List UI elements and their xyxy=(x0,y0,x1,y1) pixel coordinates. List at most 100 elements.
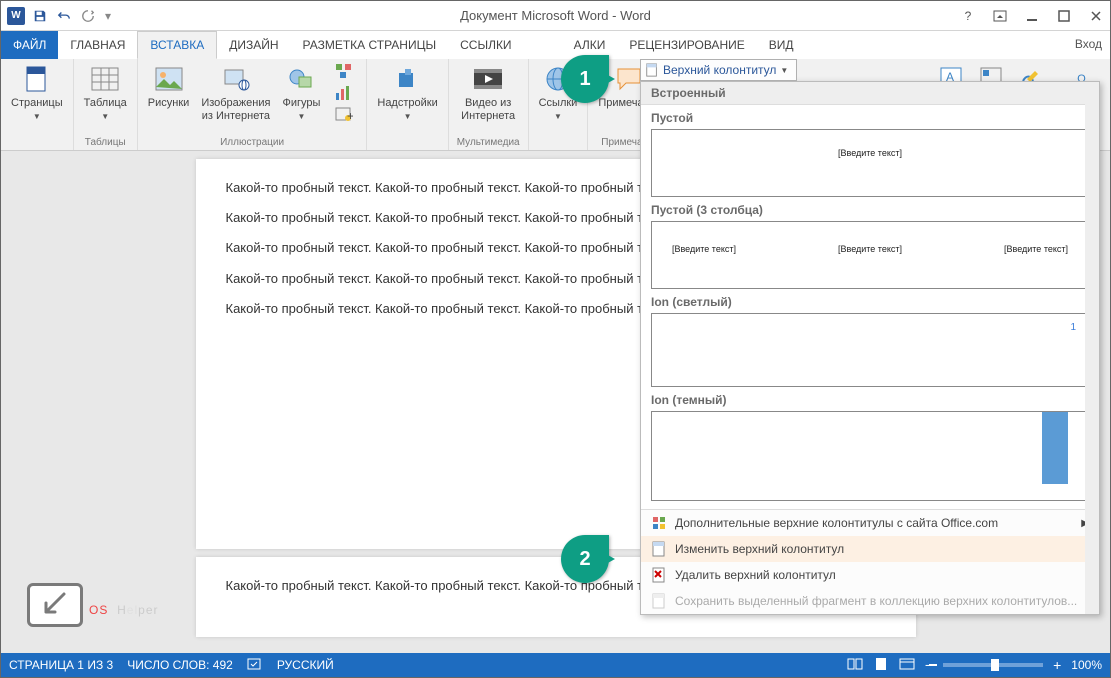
tab-review[interactable]: РЕЦЕНЗИРОВАНИЕ xyxy=(617,31,756,59)
placeholder-text: [Введите текст] xyxy=(838,244,902,254)
delete-label: Удалить верхний колонтитул xyxy=(675,568,836,582)
group-tables-name: Таблицы xyxy=(85,135,126,150)
ion-dark-marker xyxy=(1042,412,1068,484)
pages-label: Страницы xyxy=(11,97,63,110)
online-pictures-label: Изображения из Интернета xyxy=(201,97,270,123)
close-icon[interactable] xyxy=(1084,6,1108,26)
more-from-office[interactable]: Дополнительные верхние колонтитулы с сай… xyxy=(641,510,1099,536)
tab-file[interactable]: ФАЙЛ xyxy=(1,31,58,59)
table-button[interactable]: Таблица▼ xyxy=(82,61,129,123)
tab-layout[interactable]: РАЗМЕТКА СТРАНИЦЫ xyxy=(291,31,449,59)
ribbon-display-icon[interactable] xyxy=(988,6,1012,26)
gallery-item-ion-dark[interactable] xyxy=(651,411,1089,501)
status-proofing-icon[interactable] xyxy=(247,657,263,674)
pages-icon xyxy=(21,63,53,95)
window-title: Документ Microsoft Word - Word xyxy=(460,8,651,23)
save-icon[interactable] xyxy=(29,5,51,27)
callout-badge-2: 2 xyxy=(561,535,609,583)
chart-icon[interactable] xyxy=(330,83,358,103)
signin-link[interactable]: Вход xyxy=(1075,37,1102,51)
window-controls: ? xyxy=(956,6,1108,26)
watermark: OS Helper xyxy=(27,583,158,627)
delete-header[interactable]: Удалить верхний колонтитул xyxy=(641,562,1099,588)
zoom-level[interactable]: 100% xyxy=(1071,658,1102,672)
gallery-group-builtin: Встроенный xyxy=(641,82,1099,105)
zoom-slider[interactable] xyxy=(943,663,1043,667)
delete-header-icon xyxy=(651,567,667,583)
gallery-section-3col: Пустой (3 столбца) xyxy=(651,203,1089,217)
group-illustrations: Рисунки Изображения из Интернета Фигуры▼… xyxy=(138,59,368,150)
online-video-button[interactable]: Видео из Интернета xyxy=(459,61,517,125)
watermark-icon xyxy=(27,583,83,627)
gallery-item-3col[interactable]: [Введите текст] [Введите текст] [Введите… xyxy=(651,221,1089,289)
group-addins-name xyxy=(406,135,409,150)
group-pages: Страницы▼ xyxy=(1,59,74,150)
group-tables: Таблица▼ Таблицы xyxy=(74,59,138,150)
maximize-icon[interactable] xyxy=(1052,6,1076,26)
edit-header-icon xyxy=(651,541,667,557)
gallery-item-blank[interactable]: [Введите текст] xyxy=(651,129,1089,197)
header-doc-icon xyxy=(645,63,659,77)
online-pictures-icon xyxy=(220,63,252,95)
gallery-item-ion-light[interactable]: 1 xyxy=(651,313,1089,387)
redo-icon[interactable] xyxy=(77,5,99,27)
addins-button[interactable]: Надстройки▼ xyxy=(375,61,439,123)
gallery-section-blank: Пустой xyxy=(651,111,1089,125)
table-icon xyxy=(89,63,121,95)
online-pictures-button[interactable]: Изображения из Интернета xyxy=(199,61,272,125)
smartart-icon[interactable] xyxy=(330,61,358,81)
save-to-gallery: Сохранить выделенный фрагмент в коллекци… xyxy=(641,588,1099,614)
group-illus-name: Иллюстрации xyxy=(220,135,284,150)
view-read-icon[interactable] xyxy=(847,657,863,674)
addins-label: Надстройки xyxy=(377,97,437,110)
placeholder-text: [Введите текст] xyxy=(838,148,902,158)
pages-button[interactable]: Страницы▼ xyxy=(9,61,65,123)
tab-view[interactable]: ВИД xyxy=(757,31,806,59)
addins-icon xyxy=(392,63,424,95)
gallery-section-ion-light: Ion (светлый) xyxy=(651,295,1089,309)
shapes-button[interactable]: Фигуры▼ xyxy=(280,61,322,123)
video-icon xyxy=(472,63,504,95)
svg-text:+: + xyxy=(347,109,353,123)
pictures-icon xyxy=(153,63,185,95)
view-web-icon[interactable] xyxy=(899,657,915,674)
page-number: 1 xyxy=(1070,322,1076,333)
group-pages-name xyxy=(35,135,38,150)
header-dropdown-button[interactable]: Верхний колонтитул ▼ xyxy=(640,59,797,81)
tab-design[interactable]: ДИЗАЙН xyxy=(217,31,290,59)
ribbon-tabs: ФАЙЛ ГЛАВНАЯ ВСТАВКА ДИЗАЙН РАЗМЕТКА СТР… xyxy=(1,31,1110,59)
qat-dropdown-icon[interactable]: ▾ xyxy=(101,5,115,27)
tab-home[interactable]: ГЛАВНАЯ xyxy=(58,31,137,59)
video-label: Видео из Интернета xyxy=(461,97,515,123)
edit-header[interactable]: Изменить верхний колонтитул xyxy=(641,536,1099,562)
help-icon[interactable]: ? xyxy=(956,6,980,26)
tab-references[interactable]: ССЫЛКИ xyxy=(448,31,523,59)
group-addins: Надстройки▼ xyxy=(367,59,448,150)
placeholder-text: [Введите текст] xyxy=(672,244,736,254)
gallery-footer: Дополнительные верхние колонтитулы с сай… xyxy=(641,509,1099,614)
undo-icon[interactable] xyxy=(53,5,75,27)
quick-access-toolbar: W ▾ xyxy=(1,5,119,27)
table-label: Таблица xyxy=(84,97,127,110)
word-app-icon[interactable]: W xyxy=(5,5,27,27)
status-words[interactable]: ЧИСЛО СЛОВ: 492 xyxy=(127,658,233,672)
pictures-label: Рисунки xyxy=(148,97,190,110)
pictures-button[interactable]: Рисунки xyxy=(146,61,192,112)
screenshot-icon[interactable]: + xyxy=(330,105,358,125)
statusbar: СТРАНИЦА 1 ИЗ 3 ЧИСЛО СЛОВ: 492 РУССКИЙ … xyxy=(1,653,1110,677)
edit-label: Изменить верхний колонтитул xyxy=(675,542,844,556)
gallery-scrollbar[interactable] xyxy=(1085,82,1099,614)
gallery-section-ion-dark: Ion (темный) xyxy=(651,393,1089,407)
status-language[interactable]: РУССКИЙ xyxy=(277,658,334,672)
tab-insert[interactable]: ВСТАВКА xyxy=(137,31,217,59)
group-media: Видео из Интернета Мультимедиа xyxy=(449,59,529,150)
shapes-label: Фигуры xyxy=(282,97,320,110)
gallery-body[interactable]: Пустой [Введите текст] Пустой (3 столбца… xyxy=(641,105,1099,509)
status-page[interactable]: СТРАНИЦА 1 ИЗ 3 xyxy=(9,658,113,672)
group-links-name xyxy=(557,135,560,150)
header-gallery: Встроенный Пустой [Введите текст] Пустой… xyxy=(640,81,1100,615)
header-dropdown-label: Верхний колонтитул xyxy=(663,63,776,77)
minimize-icon[interactable] xyxy=(1020,6,1044,26)
view-print-icon[interactable] xyxy=(873,657,889,674)
save-label: Сохранить выделенный фрагмент в коллекци… xyxy=(675,594,1077,608)
